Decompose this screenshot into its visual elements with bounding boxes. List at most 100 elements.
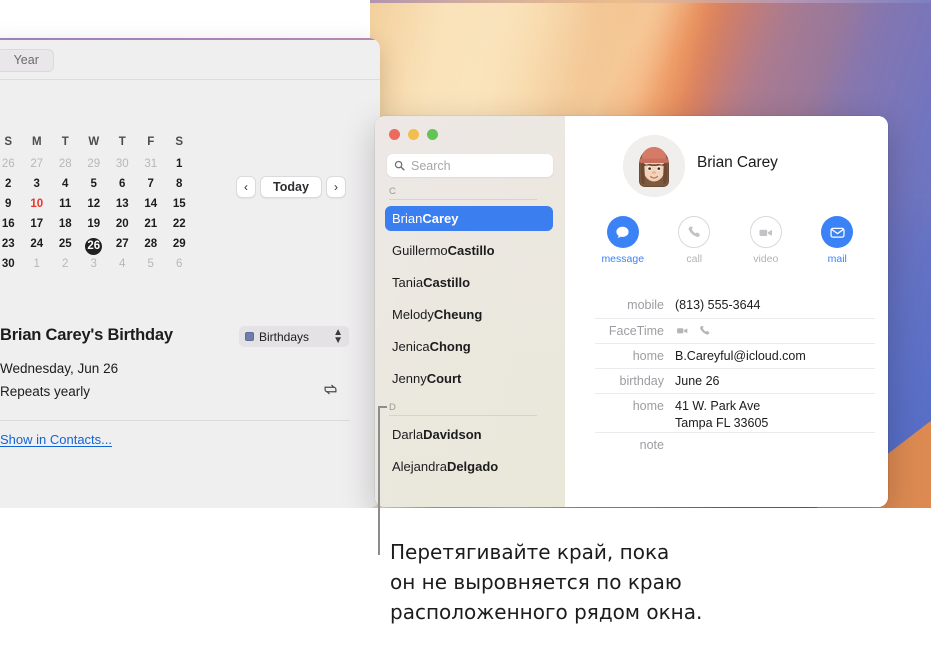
calendar-day-4[interactable]: 4: [108, 258, 137, 270]
field-label: note: [639, 438, 664, 452]
contact-field-home[interactable]: home 41 W. Park Ave Tampa FL 33605: [595, 393, 875, 432]
calendar-day-16[interactable]: 16: [0, 218, 23, 230]
event-calendar-popup[interactable]: Birthdays ▲ ▼: [239, 326, 349, 347]
calendar-day-1[interactable]: 1: [23, 258, 52, 270]
calendar-week-row: 23 24 25 26 27 28 29: [0, 238, 194, 255]
calendar-day-29[interactable]: 29: [80, 158, 109, 170]
video-action-button[interactable]: video: [730, 216, 802, 265]
contact-field-home[interactable]: home B.Careyful@icloud.com: [595, 343, 875, 368]
calendar-day-26[interactable]: 26: [0, 158, 23, 170]
calendar-day-27[interactable]: 27: [23, 158, 52, 170]
list-item[interactable]: Darla Davidson: [385, 422, 553, 447]
contact-given-name: Alejandra: [392, 459, 447, 474]
message-action-button[interactable]: message: [587, 216, 659, 265]
video-camera-icon[interactable]: [675, 324, 689, 342]
list-item[interactable]: Brian Carey: [385, 206, 553, 231]
message-action-label: message: [601, 253, 645, 265]
calendar-day-23[interactable]: 23: [0, 238, 23, 255]
list-item[interactable]: Guillermo Castillo: [385, 238, 553, 263]
contact-field-mobile[interactable]: mobile (813) 555-3644: [595, 293, 875, 318]
calendar-day-18[interactable]: 18: [51, 218, 80, 230]
field-value: (813) 555-3644: [675, 298, 761, 312]
window-traffic-lights[interactable]: [389, 129, 438, 140]
calendar-day-26[interactable]: 26: [80, 238, 109, 255]
contact-field-note[interactable]: note: [595, 432, 875, 457]
field-label: home: [632, 349, 664, 363]
event-divider: [0, 420, 350, 421]
calendar-day-6[interactable]: 6: [165, 258, 194, 270]
calendar-day-27[interactable]: 27: [108, 238, 137, 255]
calendar-day-8[interactable]: 8: [165, 178, 194, 190]
list-item[interactable]: Jenny Court: [385, 366, 553, 391]
calendar-day-5[interactable]: 5: [137, 258, 166, 270]
calendar-day-24[interactable]: 24: [23, 238, 52, 255]
contact-fields[interactable]: mobile (813) 555-3644 FaceTime home B.Careyf…: [595, 293, 875, 457]
field-label: home: [632, 399, 664, 413]
calendar-day-3[interactable]: 3: [23, 178, 52, 190]
calendar-day-4[interactable]: 4: [51, 178, 80, 190]
calendar-day-3[interactable]: 3: [80, 258, 109, 270]
calendar-day-28[interactable]: 28: [51, 158, 80, 170]
today-button[interactable]: Today: [260, 176, 322, 198]
calendar-day-19[interactable]: 19: [80, 218, 109, 230]
contact-actions[interactable]: message call video mail: [587, 216, 873, 265]
calendar-day-12[interactable]: 12: [80, 198, 109, 210]
contacts-sidebar: Search C Brian Carey Guillermo Castillo Tan…: [375, 116, 565, 507]
calendar-day-5[interactable]: 5: [80, 178, 109, 190]
contacts-window: Search C Brian Carey Guillermo Castillo Tan…: [375, 116, 888, 507]
calendar-day-30[interactable]: 30: [0, 258, 23, 270]
caption-line-2: он не выровняется по краю: [390, 570, 682, 594]
calendar-day-29[interactable]: 29: [165, 238, 194, 255]
calendar-day-6[interactable]: 6: [108, 178, 137, 190]
callout-line-vertical: [378, 406, 380, 555]
calendar-day-9[interactable]: 9: [0, 198, 23, 210]
calendar-day-13[interactable]: 13: [108, 198, 137, 210]
mail-action-button[interactable]: mail: [802, 216, 874, 265]
calendar-day-15[interactable]: 15: [165, 198, 194, 210]
calendar-view-segmented-control[interactable]: th Year: [0, 49, 54, 72]
calendar-navigation-group[interactable]: ‹ Today ›: [236, 176, 346, 198]
call-action-button[interactable]: call: [659, 216, 731, 265]
calendar-day-11[interactable]: 11: [51, 198, 80, 210]
calendar-day-30[interactable]: 30: [108, 158, 137, 170]
calendar-week-row: 2345678: [0, 178, 194, 190]
field-value-line-1: 41 W. Park Ave: [675, 399, 761, 413]
calendar-day-28[interactable]: 28: [137, 238, 166, 255]
repeat-glyph: [324, 384, 337, 395]
calendar-day-25[interactable]: 25: [51, 238, 80, 255]
wallpaper-top-edge: [370, 0, 931, 3]
next-button[interactable]: ›: [326, 176, 346, 198]
section-rule: [389, 199, 537, 200]
calendar-day-22[interactable]: 22: [165, 218, 194, 230]
calendar-day-21[interactable]: 21: [137, 218, 166, 230]
section-rule: [389, 415, 537, 416]
show-in-contacts-link[interactable]: Show in Contacts...: [0, 432, 112, 447]
segment-year[interactable]: Year: [0, 50, 53, 71]
list-item[interactable]: Jenica Chong: [385, 334, 553, 359]
calendar-day-31[interactable]: 31: [137, 158, 166, 170]
minimize-button[interactable]: [408, 129, 419, 140]
calendar-day-2[interactable]: 2: [0, 178, 23, 190]
contact-field-facetime[interactable]: FaceTime: [595, 318, 875, 343]
calendar-day-1[interactable]: 1: [165, 158, 194, 170]
phone-icon[interactable]: [698, 324, 711, 342]
calendar-day-17[interactable]: 17: [23, 218, 52, 230]
zoom-button[interactable]: [427, 129, 438, 140]
calendar-day-14[interactable]: 14: [137, 198, 166, 210]
calendar-day-2[interactable]: 2: [51, 258, 80, 270]
calendar-day-7[interactable]: 7: [137, 178, 166, 190]
list-item[interactable]: Melody Cheung: [385, 302, 553, 327]
calendar-day-20[interactable]: 20: [108, 218, 137, 230]
previous-button[interactable]: ‹: [236, 176, 256, 198]
contacts-search-field[interactable]: Search: [387, 154, 553, 177]
contact-field-birthday[interactable]: birthday June 26: [595, 368, 875, 393]
field-label: FaceTime: [608, 324, 664, 338]
list-item[interactable]: Alejandra Delgado: [385, 454, 553, 479]
caption-line-1: Перетягивайте край, пока: [390, 540, 670, 564]
contact-given-name: Darla: [392, 427, 424, 442]
list-item[interactable]: Tania Castillo: [385, 270, 553, 295]
mail-action-label: mail: [827, 253, 847, 265]
close-button[interactable]: [389, 129, 400, 140]
calendar-day-10[interactable]: 10: [23, 198, 52, 210]
calendar-day-headers: SMTWTFS: [0, 136, 194, 148]
